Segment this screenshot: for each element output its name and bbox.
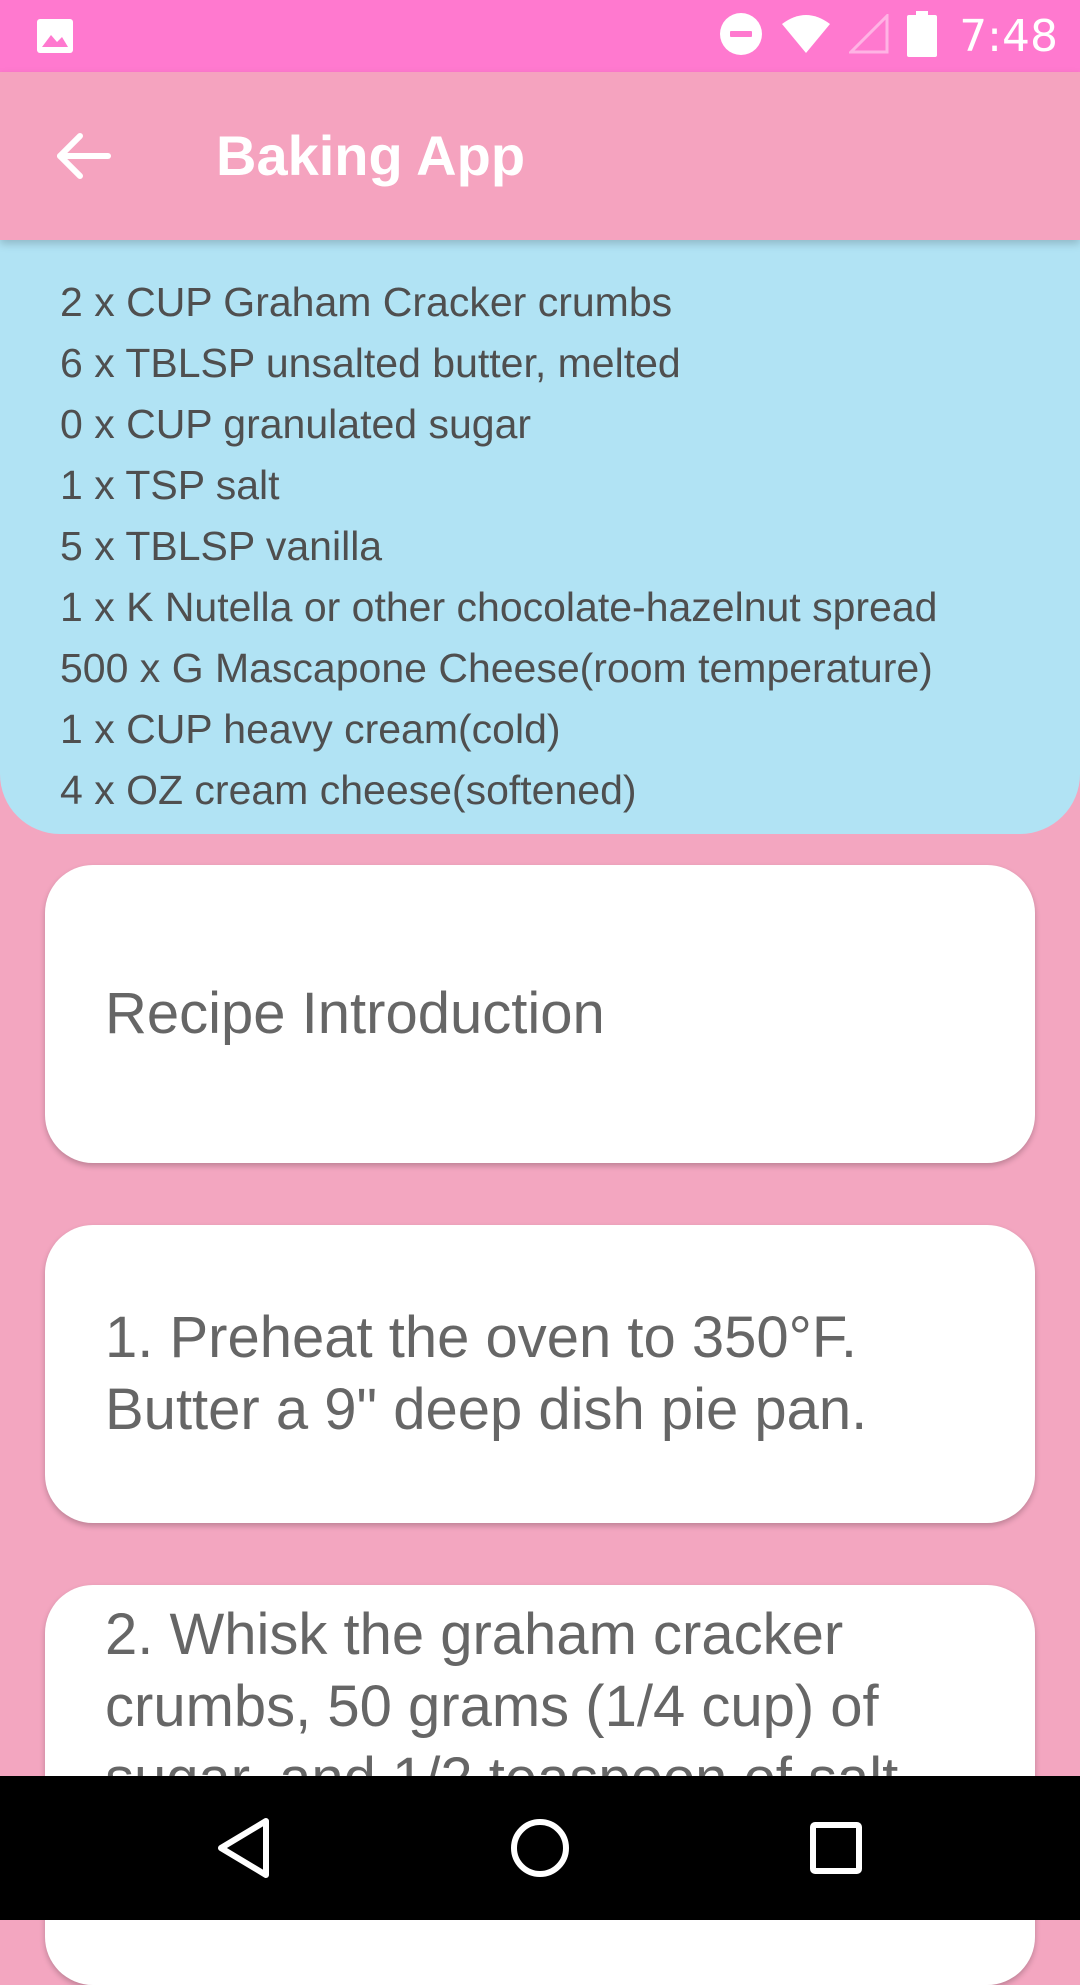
- signal-icon: [847, 11, 889, 59]
- ingredient-item: 0 x CUP granulated sugar: [60, 401, 532, 447]
- battery-icon: [907, 10, 938, 62]
- do-not-disturb-icon: [719, 12, 763, 61]
- ingredient-item: 5 x TBLSP vanilla: [60, 523, 383, 569]
- nav-home-button[interactable]: [492, 1800, 588, 1896]
- arrow-back-icon: [57, 133, 111, 179]
- status-bar: 7:48: [0, 0, 1080, 72]
- ingredient-item: 4 x OZ cream cheese(softened): [60, 767, 637, 813]
- ingredient-item: 6 x TBLSP unsalted butter, melted: [60, 340, 681, 386]
- ingredient-item: 1 x TSP salt: [60, 462, 280, 508]
- ingredient-item: 1 x CUP heavy cream(cold): [60, 706, 561, 752]
- clock: 7:48: [959, 10, 1058, 62]
- step-text: 1. Preheat the oven to 350°F. Butter a 9…: [105, 1305, 868, 1442]
- ingredients-list: 2 x CUP Graham Cracker crumbs 6 x TBLSP …: [0, 240, 1080, 834]
- back-button[interactable]: [42, 114, 126, 198]
- wifi-icon: [781, 14, 831, 59]
- step-card-intro[interactable]: Recipe Introduction: [45, 865, 1035, 1163]
- navigation-bar: [0, 1776, 1080, 1920]
- ingredient-item: 500 x G Mascapone Cheese(room temperatur…: [60, 645, 933, 691]
- ingredient-item: 1 x K Nutella or other chocolate-hazelnu…: [60, 584, 938, 630]
- recents-square-icon: [810, 1822, 862, 1874]
- app-bar: Baking App: [0, 72, 1080, 240]
- step-text: Recipe Introduction: [105, 981, 605, 1046]
- image-icon: [36, 18, 74, 54]
- nav-back-button[interactable]: [196, 1800, 292, 1896]
- step-card-1[interactable]: 1. Preheat the oven to 350°F. Butter a 9…: [45, 1225, 1035, 1523]
- ingredient-item: 2 x CUP Graham Cracker crumbs: [60, 279, 673, 325]
- nav-recents-button[interactable]: [788, 1800, 884, 1896]
- back-triangle-icon: [218, 1818, 269, 1878]
- app-title: Baking App: [216, 124, 526, 187]
- home-circle-icon: [511, 1819, 569, 1877]
